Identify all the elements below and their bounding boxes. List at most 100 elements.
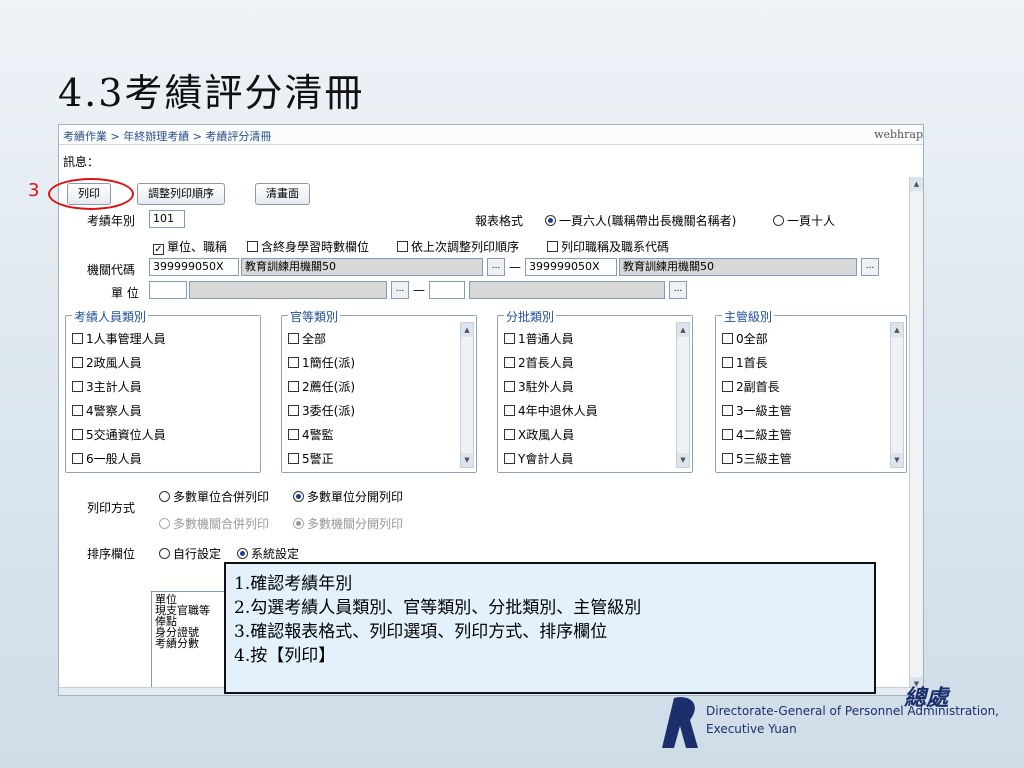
list-item[interactable]: 0全部 bbox=[722, 330, 768, 347]
checkbox-icon[interactable] bbox=[72, 405, 83, 416]
scroll-down-icon[interactable]: ▼ bbox=[891, 453, 903, 467]
radio-icon[interactable] bbox=[293, 491, 304, 502]
list-item[interactable]: 2首長人員 bbox=[504, 354, 574, 371]
checkbox-icon[interactable] bbox=[504, 381, 515, 392]
radio-icon[interactable] bbox=[545, 215, 556, 226]
checkbox-icon[interactable] bbox=[72, 333, 83, 344]
radio-icon[interactable] bbox=[159, 491, 170, 502]
list-item[interactable]: 2副首長 bbox=[722, 378, 780, 395]
main-scrollbar[interactable]: ▲ ▼ bbox=[909, 177, 923, 691]
option-unit-title[interactable]: ✓ 單位、職稱 bbox=[153, 238, 227, 255]
checkbox-icon[interactable] bbox=[722, 453, 733, 464]
checkbox-icon[interactable] bbox=[504, 405, 515, 416]
scroll-up-icon[interactable]: ▲ bbox=[461, 323, 473, 337]
format-ten-option[interactable]: 一頁十人 bbox=[773, 212, 835, 229]
checkbox-icon[interactable] bbox=[288, 333, 299, 344]
checkbox-icon[interactable] bbox=[547, 241, 558, 252]
breadcrumb: 考績作業 > 年終辦理考績 > 考績評分清冊 bbox=[63, 130, 272, 143]
checkbox-icon[interactable] bbox=[247, 241, 258, 252]
checkbox-icon[interactable] bbox=[72, 429, 83, 440]
print-method-label: 列印方式 bbox=[87, 501, 136, 515]
format-six-option[interactable]: 一頁六人(職稱帶出長機關名稱者) bbox=[545, 212, 736, 229]
method-unit-merge[interactable]: 多數單位合併列印 bbox=[159, 488, 269, 505]
list-item[interactable]: 5三級主管 bbox=[722, 450, 792, 467]
scroll-up-icon[interactable]: ▲ bbox=[910, 177, 923, 191]
group-title: 官等類別 bbox=[288, 308, 341, 325]
option-lifelong[interactable]: 含終身學習時數欄位 bbox=[247, 238, 369, 255]
checkbox-icon[interactable] bbox=[397, 241, 408, 252]
group-title: 考績人員類別 bbox=[72, 308, 149, 325]
list-item[interactable]: 3主計人員 bbox=[72, 378, 142, 395]
checkbox-icon[interactable] bbox=[72, 357, 83, 368]
rank-scrollbar[interactable]: ▲ ▼ bbox=[460, 322, 474, 468]
scroll-up-icon[interactable]: ▲ bbox=[677, 323, 689, 337]
slide-title: 4.3考績評分清冊 bbox=[58, 71, 365, 115]
agency-from-code[interactable]: 399999050X bbox=[149, 258, 239, 276]
list-item[interactable]: 1簡任(派) bbox=[288, 354, 355, 371]
list-item[interactable]: 1普通人員 bbox=[504, 330, 574, 347]
list-item[interactable]: 3駐外人員 bbox=[504, 378, 574, 395]
agency-from-lookup-button[interactable]: ... bbox=[487, 258, 505, 276]
agency-from-name: 教育訓練用機關50 bbox=[241, 258, 483, 276]
highlight-oval bbox=[48, 178, 134, 210]
unit-from-lookup-button[interactable]: ... bbox=[391, 281, 409, 299]
checkbox-icon[interactable] bbox=[722, 357, 733, 368]
list-item[interactable]: 2薦任(派) bbox=[288, 378, 355, 395]
checkbox-icon[interactable] bbox=[288, 381, 299, 392]
list-item[interactable]: 2政風人員 bbox=[72, 354, 142, 371]
sort-custom-option[interactable]: 自行設定 bbox=[159, 545, 221, 562]
list-item[interactable]: 3委任(派) bbox=[288, 402, 355, 419]
checkbox-icon[interactable] bbox=[288, 453, 299, 464]
list-item[interactable]: 4年中退休人員 bbox=[504, 402, 598, 419]
checkbox-icon[interactable] bbox=[722, 429, 733, 440]
checkbox-icon[interactable] bbox=[288, 429, 299, 440]
scroll-down-icon[interactable]: ▼ bbox=[677, 453, 689, 467]
list-item[interactable]: Y會計人員 bbox=[504, 450, 573, 467]
agency-to-lookup-button[interactable]: ... bbox=[861, 258, 879, 276]
list-item[interactable]: 1首長 bbox=[722, 354, 768, 371]
unit-range-dash: — bbox=[413, 283, 425, 297]
unit-from-code[interactable] bbox=[149, 281, 187, 299]
checkbox-icon[interactable] bbox=[722, 381, 733, 392]
checkbox-icon[interactable] bbox=[288, 357, 299, 368]
list-item[interactable]: 5交通資位人員 bbox=[72, 426, 166, 443]
list-item[interactable]: 4警監 bbox=[288, 426, 334, 443]
agency-to-code[interactable]: 399999050X bbox=[525, 258, 617, 276]
reorder-button[interactable]: 調整列印順序 bbox=[137, 183, 225, 205]
checkbox-icon[interactable] bbox=[72, 453, 83, 464]
supervisor-scrollbar[interactable]: ▲ ▼ bbox=[890, 322, 904, 468]
step-marker: 3 bbox=[28, 180, 40, 201]
checkbox-icon[interactable] bbox=[504, 333, 515, 344]
option-last-order[interactable]: 依上次調整列印順序 bbox=[397, 238, 519, 255]
checkbox-icon[interactable] bbox=[504, 453, 515, 464]
method-unit-split[interactable]: 多數單位分開列印 bbox=[293, 488, 403, 505]
list-item[interactable]: 4二級主管 bbox=[722, 426, 792, 443]
scroll-up-icon[interactable]: ▲ bbox=[891, 323, 903, 337]
option-title-code[interactable]: 列印職稱及職系代碼 bbox=[547, 238, 669, 255]
checkbox-icon[interactable] bbox=[72, 381, 83, 392]
list-item[interactable]: 5警正 bbox=[288, 450, 334, 467]
clear-screen-button[interactable]: 清畫面 bbox=[255, 183, 310, 205]
agency-range-dash: — bbox=[509, 260, 521, 274]
checkbox-icon[interactable] bbox=[722, 333, 733, 344]
batch-scrollbar[interactable]: ▲ ▼ bbox=[676, 322, 690, 468]
checkbox-icon[interactable] bbox=[288, 405, 299, 416]
checkbox-icon[interactable] bbox=[722, 405, 733, 416]
radio-icon[interactable] bbox=[773, 215, 784, 226]
checkbox-icon[interactable] bbox=[504, 357, 515, 368]
list-item[interactable]: 6一般人員 bbox=[72, 450, 142, 467]
unit-to-lookup-button[interactable]: ... bbox=[669, 281, 687, 299]
year-input[interactable]: 101 bbox=[149, 210, 185, 228]
list-item[interactable]: X政風人員 bbox=[504, 426, 574, 443]
list-item[interactable]: 3一級主管 bbox=[722, 402, 792, 419]
sort-system-option[interactable]: 系統設定 bbox=[237, 545, 299, 562]
scroll-down-icon[interactable]: ▼ bbox=[461, 453, 473, 467]
list-item[interactable]: 1人事管理人員 bbox=[72, 330, 166, 347]
list-item[interactable]: 全部 bbox=[288, 330, 326, 347]
checkbox-checked-icon[interactable]: ✓ bbox=[153, 244, 164, 255]
radio-icon[interactable] bbox=[159, 548, 170, 559]
list-item[interactable]: 4警察人員 bbox=[72, 402, 142, 419]
checkbox-icon[interactable] bbox=[504, 429, 515, 440]
unit-to-code[interactable] bbox=[429, 281, 465, 299]
radio-icon[interactable] bbox=[237, 548, 248, 559]
